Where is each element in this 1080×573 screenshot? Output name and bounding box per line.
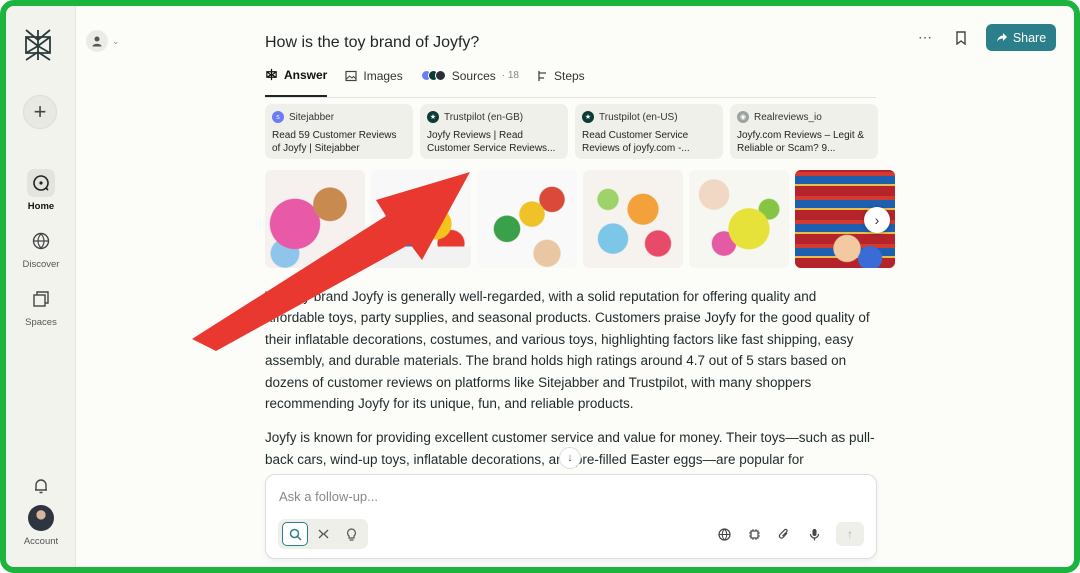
more-options-button[interactable]: ⋯ (914, 27, 936, 49)
source-card[interactable]: s Sitejabber Read 59 Customer Reviews of… (265, 104, 413, 159)
search-mode-button[interactable] (282, 522, 308, 546)
sidebar-item-label: Spaces (25, 317, 57, 328)
image-strip (265, 170, 895, 268)
followup-box: ↑ (265, 474, 877, 559)
bookmark-button[interactable] (950, 27, 972, 49)
share-button[interactable]: Share (986, 24, 1056, 51)
search-icon (289, 528, 302, 541)
tab-answer[interactable]: Answer (265, 62, 328, 97)
sidebar-item-home[interactable]: Home (6, 169, 76, 212)
tab-sources[interactable]: Sources · 18 (420, 62, 519, 97)
research-icon (318, 529, 328, 538)
source-card[interactable]: ★ Trustpilot (en-GB) Joyfy Reviews | Rea… (420, 104, 568, 159)
globe-icon (717, 527, 731, 541)
source-site: Realreviews_io (754, 111, 822, 123)
source-site: Sitejabber (289, 111, 335, 123)
arrow-down-icon: ↓ (567, 452, 573, 464)
product-image[interactable] (477, 170, 577, 268)
product-image[interactable] (265, 170, 365, 268)
scroll-down-button[interactable]: ↓ (559, 447, 581, 469)
source-site: Trustpilot (en-GB) (444, 111, 524, 123)
image-icon (345, 70, 357, 81)
paperclip-icon (778, 528, 788, 539)
images-next-button[interactable]: › (864, 207, 890, 233)
source-cards: s Sitejabber Read 59 Customer Reviews of… (265, 104, 878, 159)
home-icon (27, 169, 55, 197)
globe-icon (27, 227, 55, 255)
source-title: Joyfy.com Reviews – Legit & Reliable or … (737, 130, 865, 154)
account-label: Account (23, 536, 59, 547)
perplexity-logo[interactable] (23, 28, 53, 62)
bell-icon (27, 472, 55, 500)
app-window: + Home Discover Spaces Account ⌄ How is … (0, 0, 1080, 573)
voice-input-button[interactable] (806, 526, 822, 542)
notifications-button[interactable] (6, 472, 76, 504)
source-title: Read 59 Customer Reviews of Joyfy | Site… (272, 130, 397, 154)
source-title: Joyfy Reviews | Read Customer Service Re… (427, 130, 556, 154)
new-thread-button[interactable]: + (23, 95, 57, 129)
share-label: Share (1012, 30, 1047, 45)
user-icon (86, 30, 108, 52)
answer-icon (266, 68, 277, 81)
realreviews-icon: ◉ (737, 111, 749, 123)
sources-globe-button[interactable] (716, 526, 732, 542)
search-mode-selector (278, 519, 368, 549)
sources-count: · 18 (501, 70, 519, 81)
tab-label: Images (363, 68, 403, 83)
source-card[interactable]: ◉ Realreviews_io Joyfy.com Reviews – Leg… (730, 104, 878, 159)
product-image[interactable] (583, 170, 683, 268)
spaces-icon (27, 285, 55, 313)
research-mode-button[interactable] (310, 522, 336, 546)
bookmark-icon (956, 30, 966, 45)
source-title: Read Customer Service Reviews of joyfy.c… (582, 130, 690, 154)
trustpilot-icon: ★ (582, 111, 594, 123)
steps-icon (538, 70, 546, 81)
chevron-down-icon: ⌄ (112, 35, 120, 46)
sidebar-item-label: Home (27, 201, 55, 212)
input-tools: ↑ (716, 522, 864, 546)
attach-button[interactable] (776, 526, 792, 542)
answer-paragraph: The toy brand Joyfy is generally well-re… (265, 289, 870, 412)
arrow-up-icon: ↑ (847, 527, 853, 541)
microphone-icon (809, 528, 819, 540)
product-image[interactable] (689, 170, 789, 268)
labs-mode-button[interactable] (338, 522, 364, 546)
share-icon (996, 33, 1007, 42)
account-button[interactable]: Account (6, 505, 76, 547)
top-actions: ⋯ Share (914, 24, 1056, 51)
trustpilot-icon: ★ (427, 111, 439, 123)
sidebar-item-discover[interactable]: Discover (6, 227, 76, 270)
tab-label: Steps (553, 68, 585, 83)
model-select-button[interactable] (746, 526, 762, 542)
result-tabs: Answer Images Sources · 18 Steps (265, 62, 876, 98)
source-card[interactable]: ★ Trustpilot (en-US) Read Customer Servi… (575, 104, 723, 159)
sources-icon (420, 70, 446, 81)
sitejabber-icon: s (272, 111, 284, 123)
cpu-icon (748, 528, 760, 540)
tab-images[interactable]: Images (345, 62, 403, 97)
page-title: How is the toy brand of Joyfy? (265, 34, 480, 51)
sidebar-item-spaces[interactable]: Spaces (6, 285, 76, 328)
source-site: Trustpilot (en-US) (599, 111, 678, 123)
sidebar: + Home Discover Spaces Account (6, 6, 76, 567)
product-image[interactable] (371, 170, 471, 268)
followup-input[interactable] (279, 489, 839, 504)
submit-button[interactable]: ↑ (836, 522, 864, 546)
chevron-right-icon: › (874, 212, 880, 228)
lightbulb-icon (346, 527, 356, 541)
ellipsis-icon: ⋯ (918, 29, 932, 45)
tab-label: Sources (451, 68, 496, 83)
sidebar-item-label: Discover (22, 259, 60, 270)
tab-label: Answer (284, 67, 328, 82)
profile-switcher[interactable]: ⌄ (86, 30, 120, 52)
avatar (28, 505, 54, 531)
tab-steps[interactable]: Steps (537, 62, 585, 97)
